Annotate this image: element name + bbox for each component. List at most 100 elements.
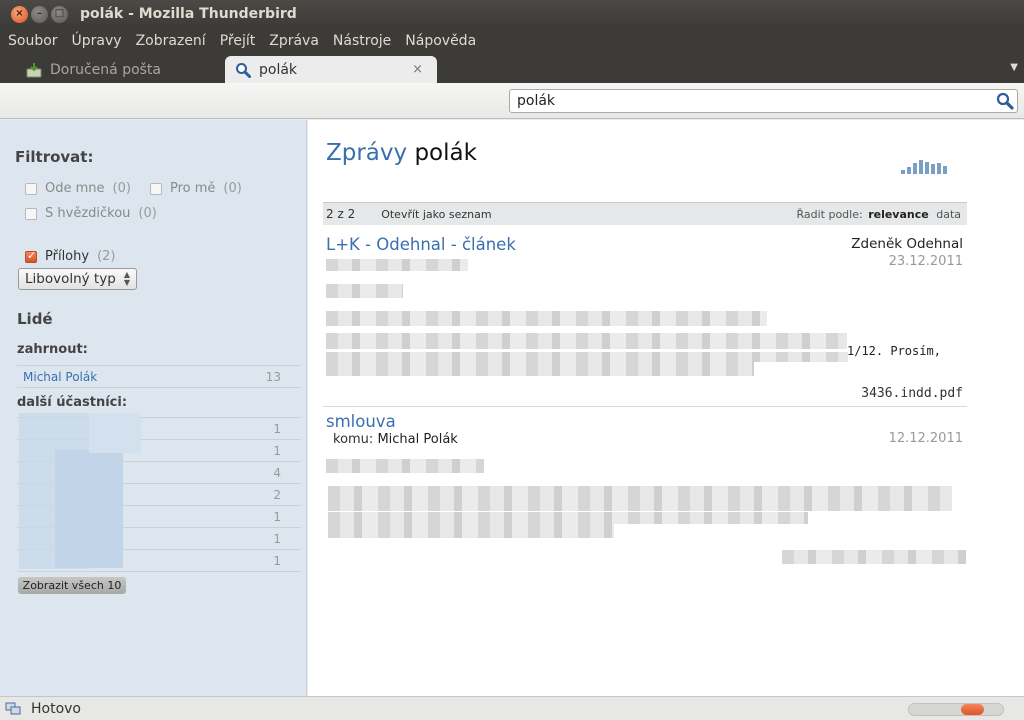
redacted-names [89,413,141,453]
status-bar: Hotovo [0,696,1024,720]
results-bar: 2 z 2 Otevřít jako seznam Řadit podle: r… [323,202,967,225]
participant-count: 1 [273,553,281,568]
person-count: 13 [265,369,281,384]
filter-attachments-label: Přílohy [45,249,90,264]
progress-fill [960,704,985,715]
participant-count: 1 [273,421,281,436]
message-sender[interactable]: Zdeněk Odehnal [851,236,963,252]
include-heading: zahrnout: [17,342,88,357]
redacted-text [326,284,403,298]
person-name[interactable]: Michal Polák [23,370,97,384]
attachment-type-select[interactable]: Libovolný typ ▲ ▼ [18,268,137,290]
message-date: 23.12.2011 [888,254,963,269]
sort-label: Řadit podle: [796,207,863,221]
divider [17,387,301,388]
filter-starred-label: S hvězdičkou [45,206,131,221]
results-pane: Zprávy polák 2 z 2 Otevřít jako seznam Ř… [308,120,1024,696]
tab-search-label: polák [259,61,298,78]
maximize-window-button[interactable]: □ [51,5,68,23]
tab-list-dropdown-icon[interactable]: ▼ [1010,62,1018,73]
menu-zprava[interactable]: Zpráva [269,33,319,49]
menu-prejit[interactable]: Přejít [220,33,256,49]
redacted-text [328,512,808,524]
search-input[interactable]: polák [509,89,1018,113]
results-heading-query: polák [414,140,477,166]
search-icon[interactable] [996,92,1014,114]
redacted-text [326,259,468,271]
close-window-button[interactable]: × [11,5,28,23]
minimize-window-button[interactable]: – [31,5,48,23]
menu-napoveda[interactable]: Nápověda [405,33,476,49]
checkbox-icon[interactable] [25,182,37,195]
filter-attachments[interactable]: Přílohy (2) [25,249,116,264]
filter-from-me-count: (0) [112,181,131,196]
inbox-icon [26,62,42,78]
message-recipient: komu: Michal Polák [333,432,458,447]
checkbox-icon[interactable] [25,207,37,220]
status-text: Hotovo [31,700,81,717]
menu-bar: Soubor Úpravy Zobrazení Přejít Zpráva Ná… [0,28,1024,54]
online-status-icon[interactable] [5,702,21,720]
filter-heading: Filtrovat: [15,148,94,166]
recipient-name[interactable]: Michal Polák [377,432,457,447]
show-all-button[interactable]: Zobrazit všech 10 [18,577,126,594]
people-heading: Lidé [17,310,53,328]
others-heading: další účastníci: [17,395,128,410]
activity-progress-bar [908,703,1004,716]
sort-date-link[interactable]: data [936,208,961,221]
message-title[interactable]: L+K - Odehnal - článek [326,235,516,254]
filter-from-me-label: Ode mne [45,181,105,196]
menu-zobrazeni[interactable]: Zobrazení [136,33,206,49]
results-heading-prefix: Zprávy [326,140,408,166]
open-as-list-link[interactable]: Otevřít jako seznam [381,208,491,221]
filter-starred-count: (0) [138,206,157,221]
checkbox-checked-icon[interactable] [25,249,37,263]
message-separator [323,406,967,407]
tab-search-results[interactable]: polák × [225,56,437,83]
participant-count: 4 [273,465,281,480]
redacted-text [328,486,952,511]
redacted-text [326,361,754,376]
redacted-text [326,333,847,349]
tab-inbox[interactable]: Doručená pošta [18,56,228,83]
tab-inbox-label: Doručená pošta [50,61,162,78]
redacted-text [326,311,767,326]
select-arrows-icon: ▲ ▼ [123,270,130,287]
filter-to-me-label: Pro mě [170,181,216,196]
message-title[interactable]: smlouva [326,412,396,431]
redacted-text [328,524,614,538]
title-bar: × – □ polák - Mozilla Thunderbird [0,0,1024,28]
menu-soubor[interactable]: Soubor [8,33,58,49]
participant-count: 1 [273,443,281,458]
recipient-label: komu: [333,432,374,447]
filter-to-me-count: (0) [223,181,242,196]
search-input-value: polák [517,93,556,109]
attachment-link[interactable]: 3436.indd.pdf [861,386,963,401]
filter-to-me[interactable]: Pro mě (0) [150,181,242,196]
filter-from-me[interactable]: Ode mne (0) [25,181,131,196]
redacted-names [55,450,123,568]
tab-bar: Doručená pošta polák × ▼ [0,54,1024,83]
results-count: 2 z 2 [326,207,356,221]
sort-relevance-link[interactable]: relevance [868,208,929,221]
timeline-histogram-icon[interactable] [901,160,947,174]
checkbox-icon[interactable] [150,182,162,195]
sort-controls: Řadit podle: relevance data [796,208,961,221]
filter-starred[interactable]: S hvězdičkou (0) [25,206,157,221]
filter-attachments-count: (2) [97,249,116,264]
divider [17,571,301,572]
attachment-type-value: Libovolný typ [25,271,116,287]
results-heading: Zprávy polák [326,140,477,166]
message-snippet: 1/12. Prosím, [847,344,941,358]
redacted-text [782,550,966,564]
close-tab-icon[interactable]: × [412,62,423,77]
window-controls: × – □ [11,5,68,23]
toolbar: polák [0,83,1024,119]
person-row[interactable]: Michal Polák 13 [17,365,301,387]
participant-count: 1 [273,531,281,546]
participant-count: 2 [273,487,281,502]
participant-count: 1 [273,509,281,524]
search-icon [235,62,251,78]
menu-upravy[interactable]: Úpravy [72,33,122,49]
menu-nastroje[interactable]: Nástroje [333,33,391,49]
